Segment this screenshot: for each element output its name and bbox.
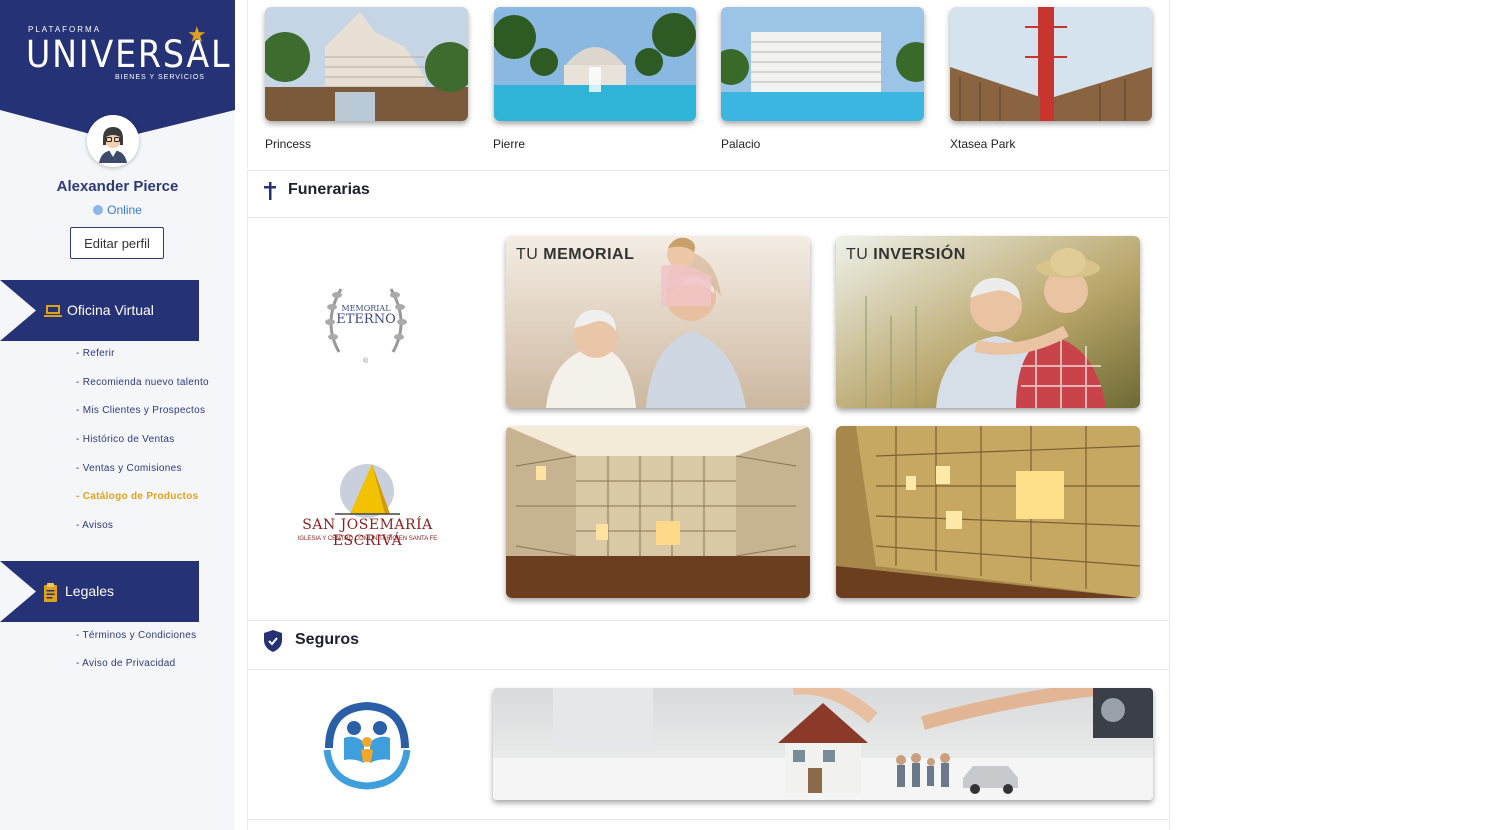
tile-caption: TU INVERSIÓN [846, 246, 966, 264]
brand-sub-text: BIENES Y SERVICIOS [115, 74, 205, 81]
sidebar-section-oficina-virtual[interactable]: Oficina Virtual [0, 280, 199, 341]
seguros-banner[interactable] [493, 688, 1153, 800]
sidebar-item-avisos[interactable]: - Avisos [76, 520, 113, 531]
hotel-label: Xtasea Park [950, 137, 1016, 151]
divider [247, 669, 1170, 670]
logo-line2: ETERNO [336, 312, 396, 327]
hotel-card-xtasea-park[interactable] [950, 7, 1152, 121]
tile-tu-inversion[interactable]: TU INVERSIÓN [836, 236, 1140, 408]
divider [247, 217, 1170, 218]
panel-border [247, 0, 248, 168]
panel-border [247, 170, 248, 830]
hotel-card-palacio[interactable] [721, 7, 924, 121]
main-content: Princess Pierre Palacio Xtasea Park Fune… [247, 0, 1170, 830]
caption-light: TU [516, 246, 539, 263]
hotel-card-pierre[interactable] [494, 7, 696, 121]
hotel-card-princess[interactable] [265, 7, 468, 121]
user-status: Online [0, 203, 235, 217]
tile-columbarium-2[interactable] [836, 426, 1140, 598]
tile-tu-memorial[interactable]: TU MEMORIAL [506, 236, 810, 408]
logo-line1: SAN JOSEMARÍA ESCRIVÁ [302, 517, 433, 549]
divider [247, 620, 1170, 621]
cross-icon [264, 182, 276, 200]
sidebar-item-recomienda-talento[interactable]: - Recomienda nuevo talento [76, 377, 209, 388]
tile-caption: TU MEMORIAL [516, 246, 634, 264]
star-icon: ★ [187, 22, 207, 47]
memorial-eterno-logo[interactable]: MEMORIAL ETERNO ® [319, 277, 413, 371]
section-title-seguros: Seguros [295, 631, 360, 648]
panel-border [1169, 0, 1170, 830]
sidebar-section-label: Legales [65, 583, 115, 599]
user-name: Alexander Pierce [56, 178, 179, 195]
sidebar-item-terminos[interactable]: - Términos y Condiciones [76, 630, 196, 641]
hotel-label: Palacio [721, 137, 761, 151]
sidebar-item-ventas-comisiones[interactable]: - Ventas y Comisiones [76, 463, 182, 474]
sidebar-section-label: Oficina Virtual [67, 302, 154, 318]
edit-profile-button[interactable]: Editar perfil [70, 227, 164, 259]
shield-icon [264, 630, 282, 652]
hotel-label: Princess [265, 137, 312, 151]
sidebar-item-mis-clientes[interactable]: - Mis Clientes y Prospectos [76, 405, 205, 416]
caption-bold: INVERSIÓN [873, 246, 966, 263]
sidebar-item-referir[interactable]: - Referir [76, 348, 115, 359]
avatar[interactable] [87, 115, 139, 167]
tile-columbarium-1[interactable] [506, 426, 810, 598]
sidebar-item-catalogo-productos[interactable]: - Catálogo de Productos [76, 491, 198, 502]
sidebar-section-legales[interactable]: Legales [0, 561, 199, 622]
sidebar: PLATAFORMA UNIVERSAL ★ BIENES Y SERVICIO… [0, 0, 235, 830]
status-label: Online [107, 203, 142, 217]
logo-line2: IGLESIA Y CENTRO COMUNITARIO EN SANTA FE [297, 536, 438, 542]
laptop-icon [44, 305, 62, 317]
sidebar-item-historico-ventas[interactable]: - Histórico de Ventas [76, 434, 175, 445]
logo-mark: ® [363, 358, 369, 365]
divider [247, 819, 1170, 820]
sidebar-item-aviso-privacidad[interactable]: - Aviso de Privacidad [76, 658, 176, 669]
san-josemaria-logo[interactable]: SAN JOSEMARÍA ESCRIVÁ IGLESIA Y CENTRO C… [280, 464, 455, 549]
status-dot-icon [93, 205, 104, 215]
section-title-funerarias: Funerarias [288, 181, 370, 198]
divider [247, 170, 1170, 171]
app: PLATAFORMA UNIVERSAL ★ BIENES Y SERVICIO… [0, 0, 1500, 830]
caption-light: TU [846, 246, 869, 263]
hotel-label: Pierre [493, 137, 526, 151]
seguros-family-logo[interactable] [319, 698, 415, 792]
document-icon [44, 583, 57, 602]
caption-bold: MEMORIAL [543, 246, 635, 263]
